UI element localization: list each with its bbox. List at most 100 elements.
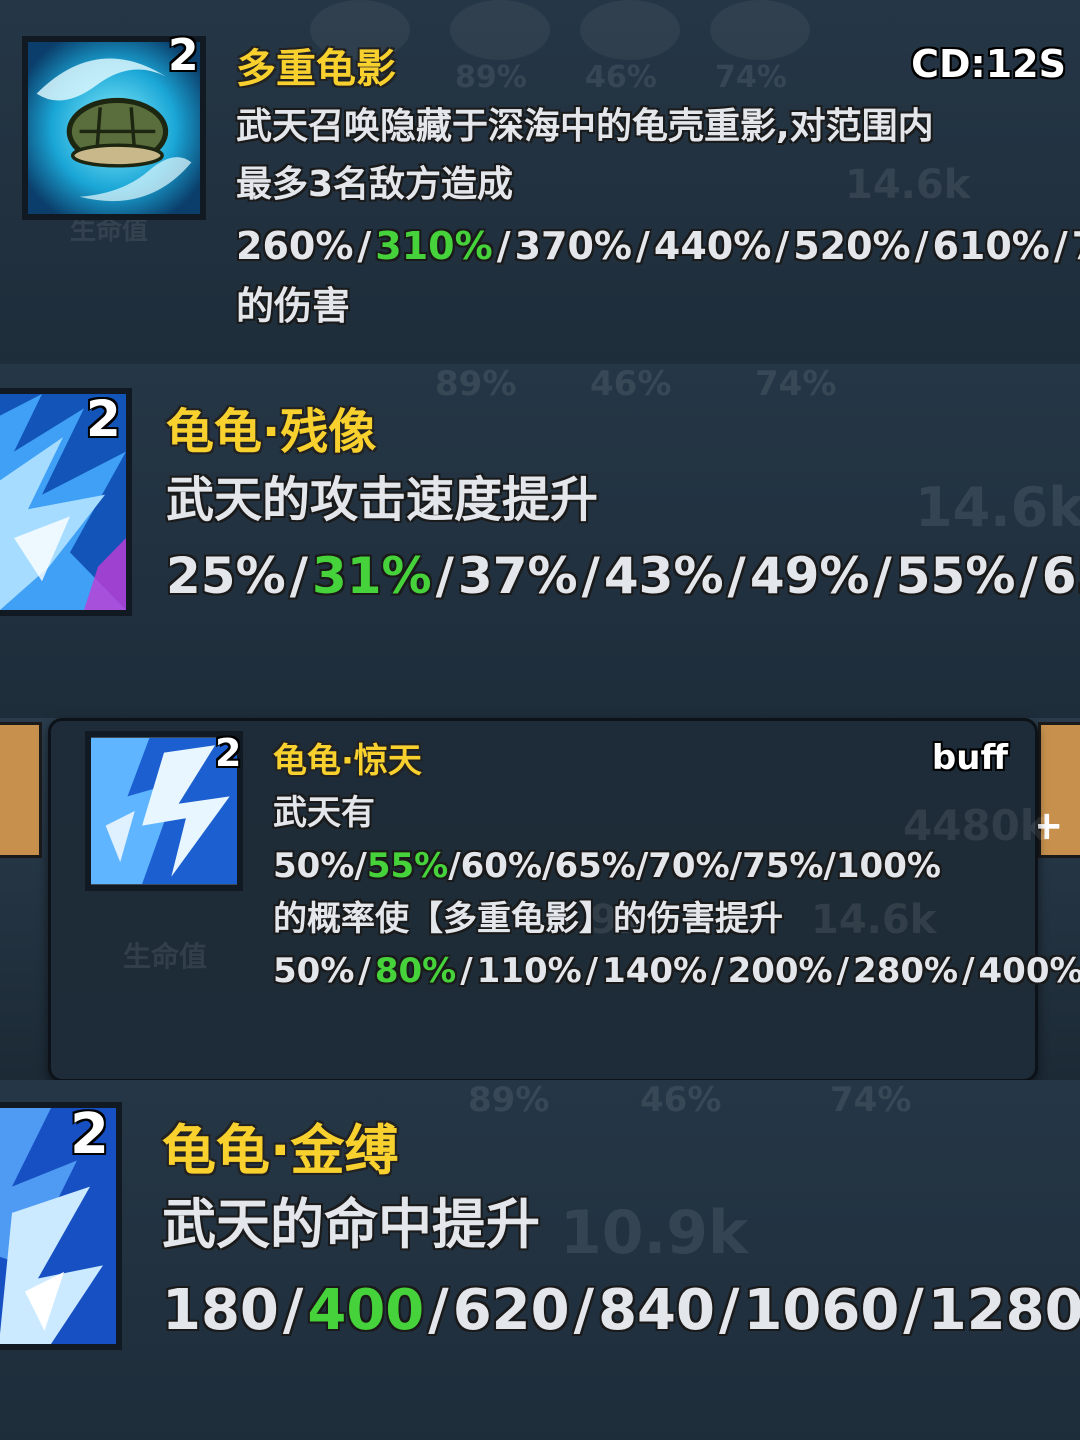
skill-value: 620 bbox=[452, 1278, 570, 1343]
value-separator: / bbox=[496, 224, 511, 268]
bg-stat: 46% bbox=[585, 60, 657, 95]
skill-value: 75% bbox=[742, 846, 824, 886]
skill-level: 2 bbox=[215, 731, 242, 775]
skill-value: 280% bbox=[853, 951, 959, 991]
skill-description: 武天召唤隐藏于深海中的龟壳重影,对范围内最多3名敌方造成 bbox=[236, 98, 956, 214]
skill-description-mid: 的概率使【多重龟影】的伤害提升 bbox=[273, 899, 783, 939]
bg-stat: 14.6k bbox=[915, 476, 1080, 539]
value-separator: / bbox=[1053, 224, 1068, 268]
skill-value: 1280 bbox=[927, 1278, 1080, 1343]
skill-description: 武天的命中提升 bbox=[162, 1193, 540, 1256]
value-separator: / bbox=[727, 547, 746, 605]
skill-values-suffix: 的伤害 bbox=[236, 284, 351, 328]
skill-values: 180/400/620/840/1060/1280/1680 bbox=[162, 1270, 1080, 1352]
skill-value: 140% bbox=[602, 951, 708, 991]
value-separator: / bbox=[581, 547, 600, 605]
bg-stat: 4480k bbox=[903, 801, 1048, 850]
value-separator: / bbox=[962, 951, 975, 991]
skill-value: 31% bbox=[311, 547, 432, 605]
skill-values: 260%/310%/370%/440%/520%/610%/710% 的伤害 bbox=[236, 216, 1080, 336]
value-separator: / bbox=[542, 846, 555, 886]
value-separator: / bbox=[823, 846, 836, 886]
value-separator: / bbox=[358, 951, 371, 991]
skill-title: 多重龟影 bbox=[236, 46, 396, 92]
value-separator: / bbox=[289, 547, 308, 605]
skill-values: 50%/80%/110%/140%/200%/280%/400% bbox=[273, 945, 1080, 998]
skill-value: 1060 bbox=[743, 1278, 900, 1343]
bg-stat: 89% bbox=[455, 60, 527, 95]
skill-description: 武天有 50%/55%/60%/65%/70%/75%/100% 的概率使【多重… bbox=[273, 787, 941, 946]
value-separator: / bbox=[354, 846, 367, 886]
bg-stat: 46% bbox=[590, 364, 672, 404]
value-separator: / bbox=[1019, 547, 1038, 605]
skill-value: 50% bbox=[273, 951, 355, 991]
value-separator: / bbox=[448, 846, 461, 886]
skill-value: 65% bbox=[1041, 547, 1080, 605]
skill-panel-4: 89% 46% 74% 10.9k 2 龟龟·金缚 武天的命中提升 180/40… bbox=[0, 1080, 1080, 1440]
skill-value: 80% bbox=[374, 951, 457, 991]
skill-values: 25%/31%/37%/43%/49%/55%/65% bbox=[166, 538, 1080, 614]
skill-level: 2 bbox=[70, 1102, 109, 1167]
skill-value: 610% bbox=[932, 224, 1050, 268]
skill-description-text: 武天召唤隐藏于深海中的龟壳重影,对范围内最多3名敌方造成 bbox=[236, 106, 934, 205]
bg-stat-icon bbox=[450, 0, 550, 60]
value-separator: / bbox=[775, 224, 790, 268]
bg-stat-icon bbox=[710, 0, 810, 60]
bg-stat: 89% bbox=[468, 1080, 550, 1120]
skill-title: 龟龟·残像 bbox=[166, 404, 377, 460]
skill-value: 110% bbox=[476, 951, 582, 991]
value-separator: / bbox=[836, 951, 850, 991]
skill-value: 25% bbox=[166, 547, 286, 605]
bg-stat: 46% bbox=[640, 1080, 722, 1120]
skill-value: 440% bbox=[653, 224, 772, 268]
value-separator: / bbox=[435, 547, 454, 605]
skill-value: 37% bbox=[457, 547, 578, 605]
value-separator: / bbox=[282, 1278, 304, 1343]
value-separator: / bbox=[573, 1278, 595, 1343]
skill-value: 400% bbox=[978, 951, 1080, 991]
skill-value: 70% bbox=[648, 846, 730, 886]
skill-value: 840 bbox=[598, 1278, 715, 1343]
skill-popup: 10.9k 14.6k 4480k 生命值 2 龟龟·惊天 武天有 50%/55… bbox=[48, 718, 1080, 1082]
bg-stat-icon bbox=[580, 0, 680, 60]
skill-value: 310% bbox=[375, 224, 493, 268]
skill-value: 200% bbox=[727, 951, 833, 991]
skill-value: 520% bbox=[793, 224, 911, 268]
cooldown-label: CD:12S bbox=[911, 42, 1066, 86]
skill-value: 400 bbox=[307, 1278, 425, 1343]
skill-value: 55% bbox=[895, 547, 1016, 605]
skill-panel-1: 89% 46% 74% 14.6k 生命值 2 多重龟影 CD:12S 武天召唤… bbox=[0, 0, 1080, 360]
value-separator: / bbox=[873, 547, 892, 605]
skill-value: 49% bbox=[749, 547, 870, 605]
value-separator: / bbox=[635, 846, 649, 886]
skill-value: 710% bbox=[1072, 224, 1080, 268]
bg-stat: 74% bbox=[830, 1080, 912, 1120]
skill-panel-2: 89% 46% 74% 14.6k 2 龟龟·残像 武天的攻击速度提升 25%/… bbox=[0, 364, 1080, 718]
value-separator: / bbox=[711, 951, 724, 991]
skill-value: 43% bbox=[603, 547, 724, 605]
skill-value: 60% bbox=[460, 846, 543, 886]
value-separator: / bbox=[585, 951, 599, 991]
skill-value: 100% bbox=[835, 846, 941, 886]
skill-description: 武天的攻击速度提升 bbox=[166, 472, 599, 528]
skill-level: 2 bbox=[168, 30, 199, 81]
bg-stat: 10.9k bbox=[560, 1198, 748, 1268]
skill-title: 龟龟·金缚 bbox=[162, 1119, 399, 1182]
buff-tag: buff bbox=[931, 738, 1008, 778]
value-separator: / bbox=[460, 951, 473, 991]
skill-level: 2 bbox=[86, 390, 121, 448]
skill-value: 55% bbox=[366, 846, 449, 886]
skill-value: 260% bbox=[236, 224, 354, 268]
skill-value: 65% bbox=[554, 846, 636, 886]
skill-description-prefix: 武天有 bbox=[273, 793, 375, 833]
left-side-tab[interactable] bbox=[0, 722, 42, 858]
bg-stat: 74% bbox=[715, 60, 787, 95]
skill-values-a: 50%/55%/60%/65%/70%/75%/100% bbox=[273, 846, 941, 886]
bg-stat-label: 生命值 bbox=[123, 940, 208, 973]
skill-value: 50% bbox=[273, 846, 355, 886]
bg-stat: 89% bbox=[435, 364, 517, 404]
value-separator: / bbox=[428, 1278, 449, 1343]
value-separator: / bbox=[914, 224, 929, 268]
value-separator: / bbox=[729, 846, 743, 886]
value-separator: / bbox=[357, 224, 372, 268]
